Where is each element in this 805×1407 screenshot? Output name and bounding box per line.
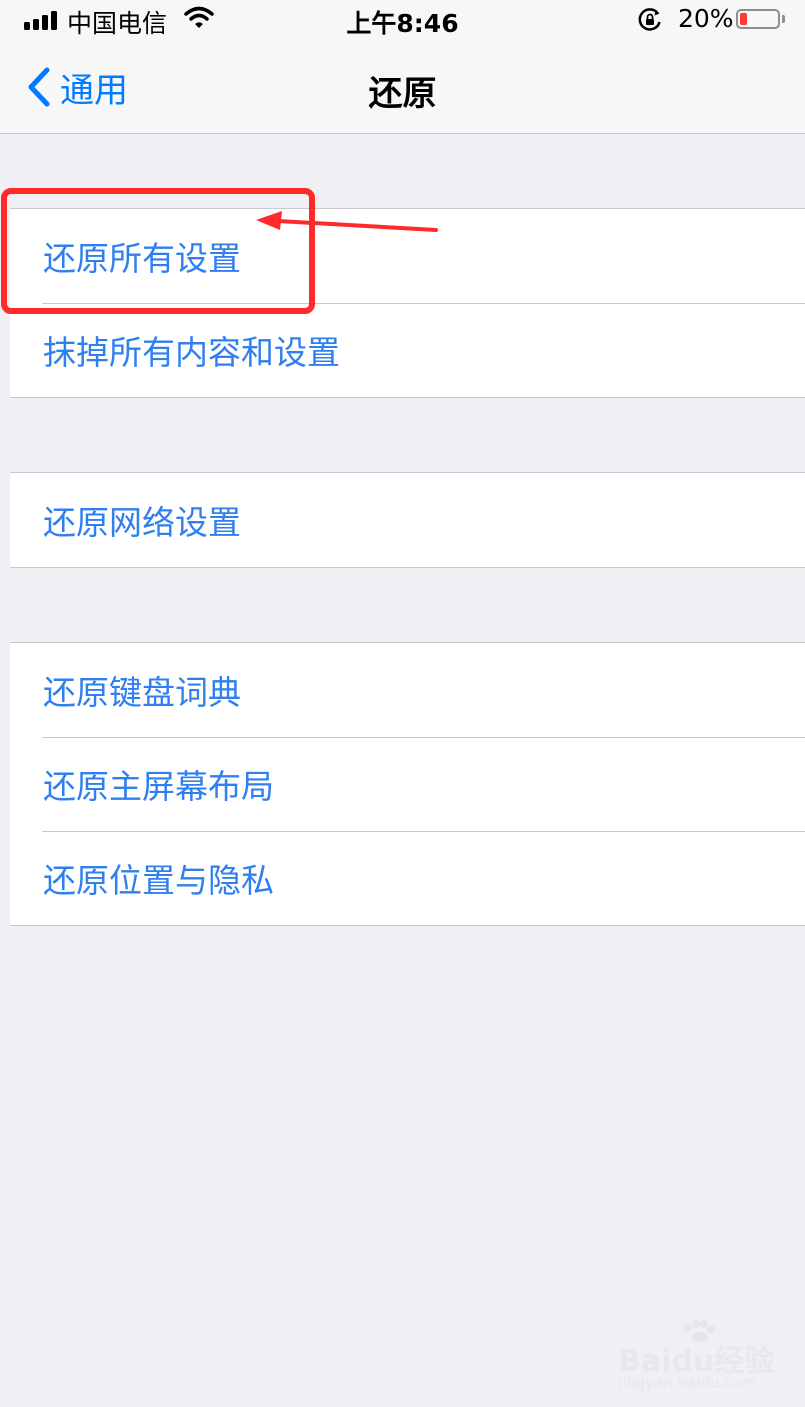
annotation-highlight-box [1, 188, 315, 314]
settings-group-2: 还原网络设置 [10, 472, 805, 568]
reset-keyboard-dictionary-row[interactable]: 还原键盘词典 [10, 643, 805, 737]
orientation-lock-icon [638, 8, 661, 31]
status-bar: 中国电信 上午8:46 20% [0, 0, 805, 40]
row-label: 还原位置与隐私 [43, 861, 274, 900]
settings-group-3: 还原键盘词典 还原主屏幕布局 还原位置与隐私 [10, 642, 805, 926]
reset-location-privacy-row[interactable]: 还原位置与隐私 [10, 831, 805, 925]
page-title: 还原 [368, 74, 437, 114]
nav-bar: 通用 还原 [0, 40, 805, 134]
battery-cap [782, 15, 785, 23]
row-label: 还原主屏幕布局 [43, 767, 274, 806]
reset-network-settings-row[interactable]: 还原网络设置 [10, 473, 805, 567]
reset-home-screen-layout-row[interactable]: 还原主屏幕布局 [10, 737, 805, 831]
row-label: 抹掉所有内容和设置 [43, 333, 340, 372]
row-label: 还原网络设置 [43, 503, 241, 542]
erase-all-content-row[interactable]: 抹掉所有内容和设置 [10, 303, 805, 397]
battery-percent: 20% [678, 4, 734, 33]
baidu-watermark: Baidu经验 jingyan.baidu.com [618, 1320, 774, 1395]
battery-icon [736, 9, 780, 29]
watermark-url: jingyan.baidu.com [618, 1374, 757, 1392]
row-label: 还原键盘词典 [43, 673, 241, 712]
battery-fill [740, 13, 747, 25]
